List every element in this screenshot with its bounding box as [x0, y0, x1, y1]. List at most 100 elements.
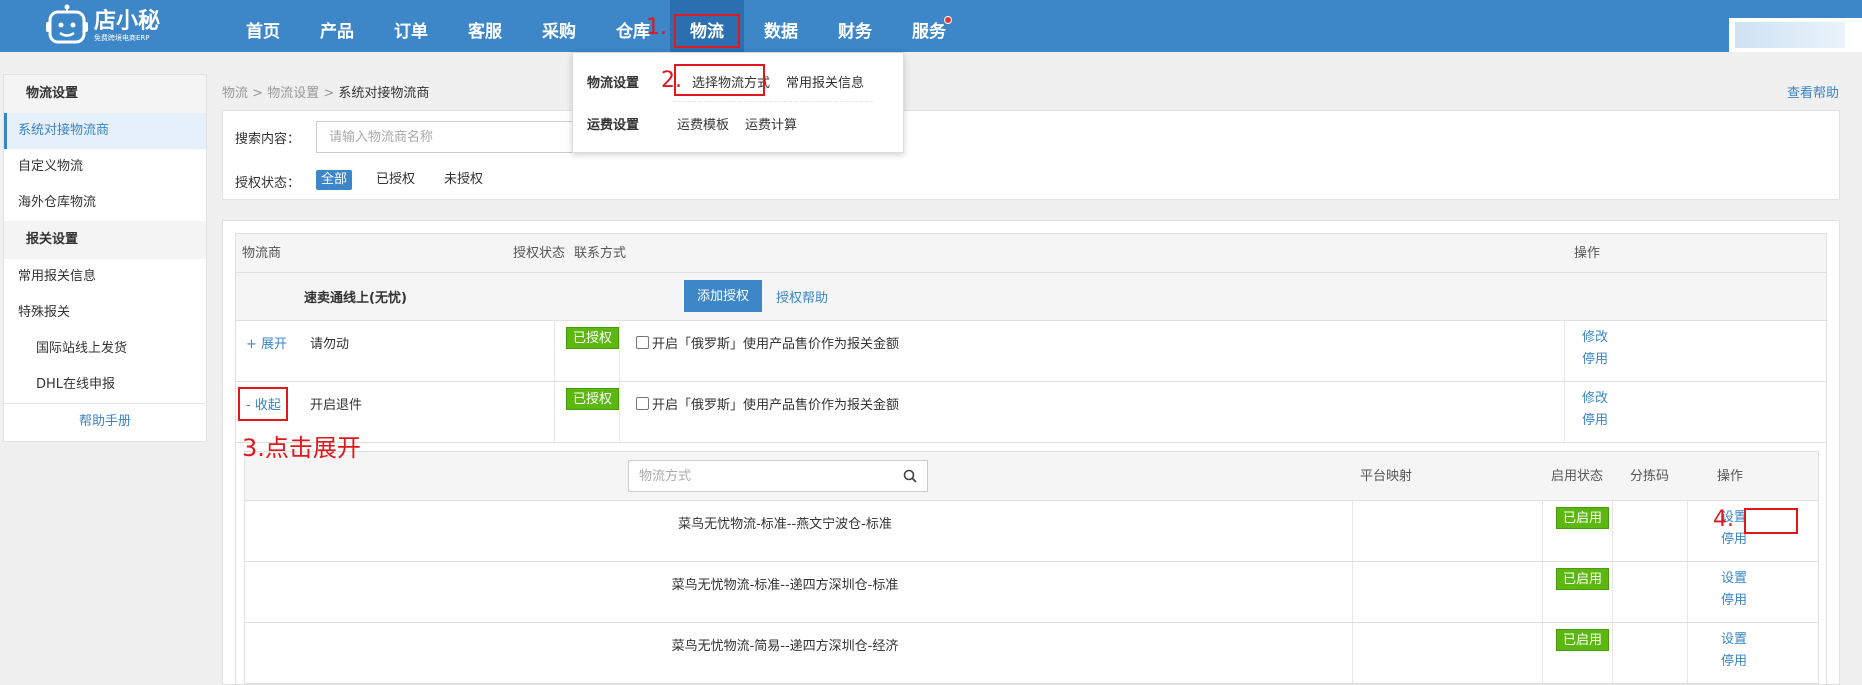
sub-table-header: 平台映射 启用状态 分拣码 操作: [244, 451, 1819, 501]
nav-services-label: 服务: [912, 22, 946, 42]
dropdown-link-freight-calculator[interactable]: 运费计算: [745, 114, 797, 133]
logo[interactable]: 店小秘 免费跨境电商ERP: [44, 2, 160, 50]
disable-link[interactable]: 停用: [1566, 349, 1624, 371]
dropdown-head-logistics-settings: 物流设置: [587, 75, 640, 91]
column-divider: [554, 321, 555, 381]
method-search-input[interactable]: [629, 461, 889, 491]
filter-unauthorized[interactable]: 未授权: [439, 170, 488, 190]
authorization-help-link[interactable]: 授权帮助: [776, 287, 828, 306]
dropdown-link-select-logistics-method[interactable]: 选择物流方式: [692, 72, 770, 91]
method-name: 菜鸟无忧物流-标准--燕文宁波仓-标准: [678, 517, 892, 532]
nav-purchasing[interactable]: 采购: [522, 0, 596, 52]
column-divider: [1542, 623, 1543, 683]
annotation-step-1: 1.: [646, 15, 667, 40]
sidebar-item-system-providers[interactable]: 系统对接物流商: [4, 113, 206, 149]
nav-data[interactable]: 数据: [744, 0, 818, 52]
dropdown-link-customs-info[interactable]: 常用报关信息: [786, 72, 864, 91]
russia-price-option[interactable]: 开启「俄罗斯」使用产品售价作为报关金额: [636, 333, 899, 352]
settings-link[interactable]: 设置: [1706, 629, 1762, 651]
sidebar-item-overseas-warehouse[interactable]: 海外仓库物流: [4, 185, 206, 221]
providers-panel: 物流商 授权状态 联系方式 操作 速卖通线上(无忧) 添加授权 授权帮助 + 展…: [222, 220, 1840, 685]
column-divider: [1612, 501, 1613, 561]
sidebar-item-special-customs[interactable]: 特殊报关: [4, 295, 206, 331]
header-provider: 物流商: [242, 246, 282, 261]
checkbox[interactable]: [636, 336, 649, 349]
robot-logo-icon: [44, 4, 90, 48]
nav-finance[interactable]: 财务: [818, 0, 892, 52]
method-row: 菜鸟无忧物流-简易--递四方深圳仓-经济 已启用 设置 停用: [244, 623, 1819, 684]
russia-price-option[interactable]: 开启「俄罗斯」使用产品售价作为报关金额: [636, 394, 899, 413]
header-contact: 联系方式: [574, 246, 627, 261]
column-divider: [1542, 501, 1543, 561]
nav-services[interactable]: 服务: [892, 0, 966, 52]
nav-home[interactable]: 首页: [226, 0, 300, 52]
enabled-badge: 已启用: [1556, 568, 1610, 590]
row-operations: 修改 停用: [1566, 388, 1624, 432]
column-divider: [1352, 501, 1353, 561]
table-row: + 展开 请勿动 已授权 开启「俄罗斯」使用产品售价作为报关金额 修改 停用: [235, 321, 1827, 382]
dropdown-head-freight-settings: 运费设置: [587, 117, 640, 133]
disable-link[interactable]: 停用: [1706, 651, 1762, 673]
logo-name: 店小秘: [94, 8, 161, 34]
breadcrumb: 物流 > 物流设置 > 系统对接物流商: [222, 82, 429, 101]
column-divider: [1352, 623, 1353, 683]
disable-link[interactable]: 停用: [1706, 590, 1762, 612]
filter-authorized[interactable]: 已授权: [371, 170, 420, 190]
column-divider: [1612, 623, 1613, 683]
method-row: 菜鸟无忧物流-标准--燕文宁波仓-标准 已启用 设置 停用: [244, 501, 1819, 562]
nav-products[interactable]: 产品: [300, 0, 374, 52]
expanded-detail: 平台映射 启用状态 分拣码 操作 菜鸟无忧物流-标准--燕文宁波仓-标准 已启用…: [235, 443, 1827, 685]
top-navbar: 店小秘 免费跨境电商ERP 首页 产品 订单 客服 采购 仓库 物流 数据 财务…: [0, 0, 1862, 52]
nav-orders[interactable]: 订单: [374, 0, 448, 52]
filter-all[interactable]: 全部: [316, 170, 353, 190]
auth-status-badge: 已授权: [566, 388, 620, 410]
sidebar-item-customs-info[interactable]: 常用报关信息: [4, 259, 206, 295]
column-divider: [1687, 501, 1688, 561]
logistics-dropdown-menu: 物流设置 2. 选择物流方式 常用报关信息 运费设置 运费模板 运费计算: [572, 52, 904, 153]
user-account-box[interactable]: [1729, 18, 1862, 52]
column-divider: [619, 382, 620, 442]
sidebar-help-manual[interactable]: 帮助手册: [4, 403, 206, 439]
search-label: 搜索内容：: [235, 132, 301, 147]
nav-customer-service[interactable]: 客服: [448, 0, 522, 52]
dropdown-link-freight-template[interactable]: 运费模板: [677, 114, 729, 133]
provider-search-input[interactable]: [316, 121, 576, 153]
enabled-badge: 已启用: [1556, 629, 1610, 651]
search-icon[interactable]: [903, 469, 917, 483]
breadcrumb-logistics[interactable]: 物流: [222, 86, 248, 101]
main-nav: 首页 产品 订单 客服 采购 仓库 物流 数据 财务 服务: [226, 0, 966, 52]
logo-subtitle: 免费跨境电商ERP: [94, 33, 150, 42]
method-name: 菜鸟无忧物流-标准--递四方深圳仓-标准: [671, 578, 899, 593]
column-divider: [1564, 382, 1565, 442]
sidebar-group-customs: 报关设置: [4, 221, 206, 259]
annotation-step-4: 4.: [1713, 507, 1734, 532]
nav-logistics[interactable]: 物流: [670, 0, 744, 52]
annotation-step-3: 3.点击展开: [242, 434, 361, 462]
header-auth-status: 授权状态: [513, 246, 566, 261]
edit-link[interactable]: 修改: [1566, 388, 1624, 410]
view-help-link[interactable]: 查看帮助: [1787, 82, 1839, 101]
column-divider: [619, 321, 620, 381]
breadcrumb-separator: >: [323, 86, 335, 101]
edit-link[interactable]: 修改: [1566, 327, 1624, 349]
provider-group-name: 速卖通线上(无忧): [304, 291, 407, 306]
notification-dot-icon: [944, 16, 952, 24]
option-label: 开启「俄罗斯」使用产品售价作为报关金额: [652, 398, 900, 413]
collapse-toggle[interactable]: - 收起: [246, 394, 281, 413]
checkbox[interactable]: [636, 397, 649, 410]
providers-table: 物流商 授权状态 联系方式 操作 速卖通线上(无忧) 添加授权 授权帮助 + 展…: [235, 233, 1827, 685]
header-platform-mapping: 平台映射: [1360, 469, 1413, 484]
sidebar-item-intl-station[interactable]: 国际站线上发货: [4, 331, 206, 367]
sidebar-item-custom-logistics[interactable]: 自定义物流: [4, 149, 206, 185]
row-operations: 修改 停用: [1566, 327, 1624, 371]
method-name: 菜鸟无忧物流-简易--递四方深圳仓-经济: [671, 639, 899, 654]
breadcrumb-logistics-settings[interactable]: 物流设置: [267, 86, 319, 101]
user-account-name: [1735, 22, 1845, 48]
add-authorization-button[interactable]: 添加授权: [684, 280, 762, 312]
table-header: 物流商 授权状态 联系方式 操作: [235, 233, 1827, 273]
disable-link[interactable]: 停用: [1566, 410, 1624, 432]
settings-link[interactable]: 设置: [1706, 568, 1762, 590]
method-operations: 设置 停用: [1706, 629, 1762, 673]
expand-toggle[interactable]: + 展开: [246, 333, 287, 352]
sidebar-item-dhl[interactable]: DHL在线申报: [4, 367, 206, 403]
